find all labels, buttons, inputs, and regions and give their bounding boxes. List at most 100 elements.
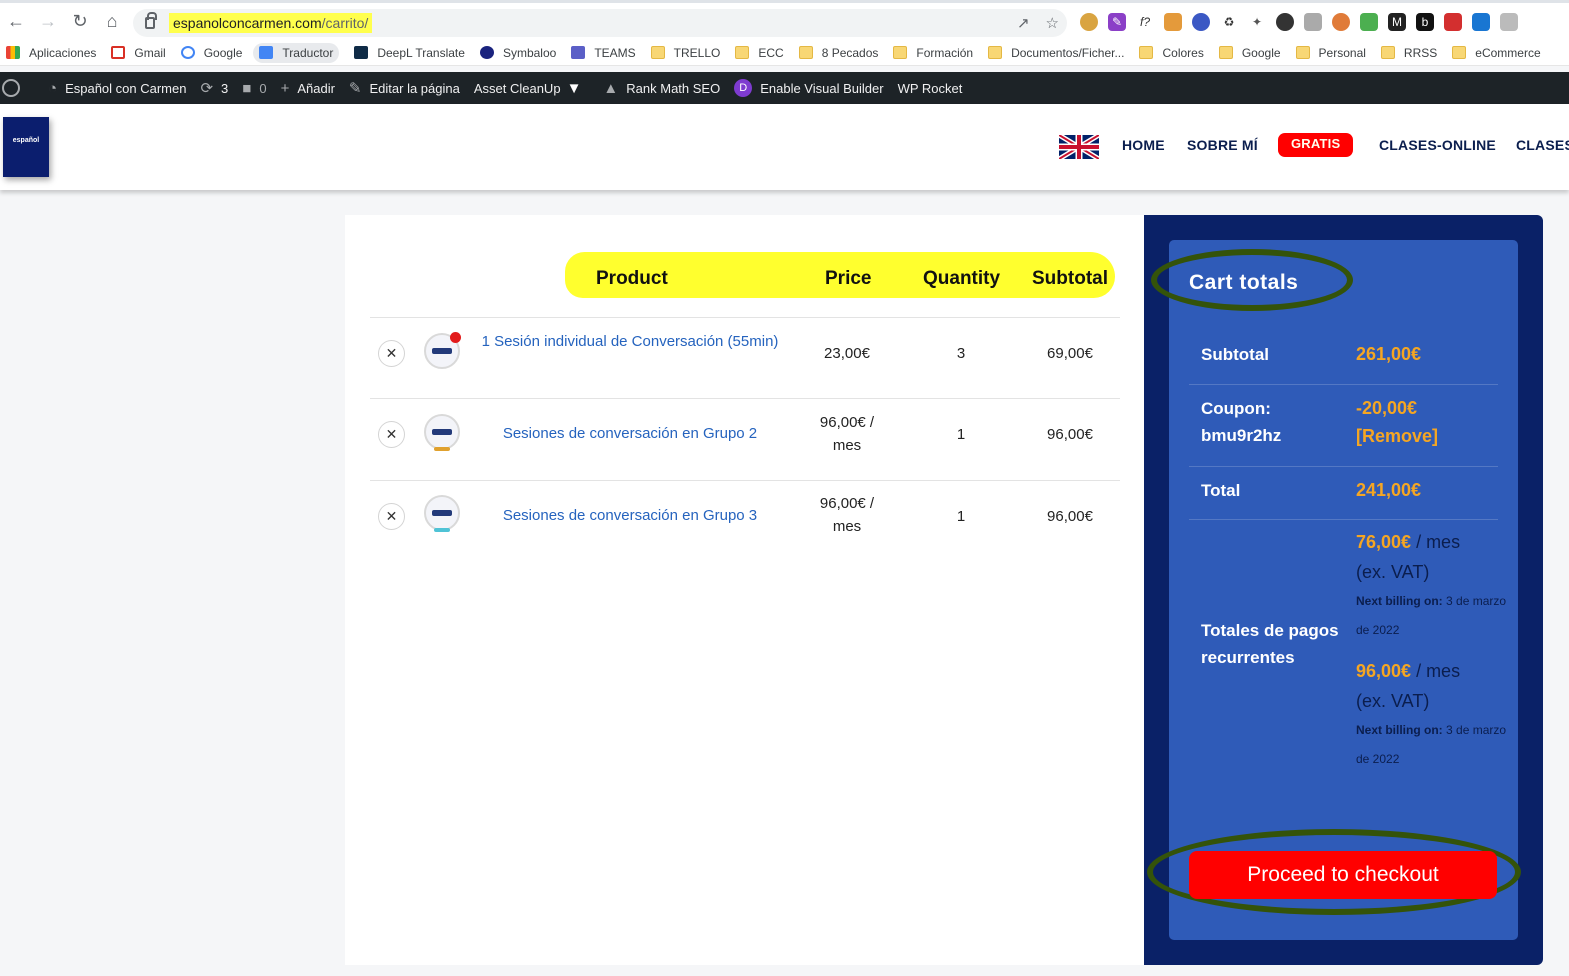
extension-icon[interactable]: ✦ <box>1248 13 1266 31</box>
rank-math-link[interactable]: ▲ Rank Math SEO <box>603 80 720 97</box>
wp-rocket-link[interactable]: WP Rocket <box>898 81 963 96</box>
menu-home[interactable]: HOME <box>1122 137 1165 153</box>
product-thumbnail[interactable] <box>424 414 460 451</box>
bookmark-google[interactable]: Google <box>180 46 242 60</box>
product-thumbnail[interactable] <box>424 332 461 369</box>
add-new-link[interactable]: + Añadir <box>281 80 335 97</box>
extension-icon[interactable] <box>1192 13 1210 31</box>
bookmark-folder[interactable]: eCommerce <box>1452 46 1541 60</box>
site-name-label: Español con Carmen <box>65 80 187 96</box>
menu-clases-online[interactable]: CLASES-ONLINE <box>1379 137 1496 153</box>
proceed-to-checkout-button[interactable]: Proceed to checkout <box>1189 851 1497 899</box>
extension-icon[interactable] <box>1164 13 1182 31</box>
deepl-icon <box>354 46 369 59</box>
vat-note: (ex. VAT) <box>1356 691 1430 711</box>
apps-grid-icon <box>6 46 20 59</box>
recurring-total-item: 96,00€ / mes (ex. VAT) Next billing on: … <box>1356 657 1516 774</box>
address-bar[interactable]: espanolconcarmen.com/carrito/ ↗ ☆ <box>133 9 1067 37</box>
wordpress-icon <box>2 79 20 97</box>
bookmark-folder[interactable]: RRSS <box>1380 46 1437 60</box>
bookmark-deepl[interactable]: DeepL Translate <box>354 46 465 60</box>
product-thumbnail[interactable] <box>424 495 460 532</box>
menu-sobre-mi[interactable]: SOBRE MÍ <box>1187 137 1258 153</box>
site-name-link[interactable]: ◔ Español con Carmen <box>48 80 186 97</box>
totals-divider <box>1189 519 1498 520</box>
visual-builder-label: Enable Visual Builder <box>760 80 884 96</box>
extension-icon[interactable] <box>1500 13 1518 31</box>
extension-icon[interactable]: ♻ <box>1220 13 1238 31</box>
asset-cleanup-link[interactable]: Asset CleanUp ▼ <box>474 80 590 97</box>
bookmark-symbaloo[interactable]: Symbaloo <box>479 46 556 60</box>
product-subtotal: 69,00€ <box>1047 345 1093 362</box>
share-icon[interactable]: ↗ <box>1017 14 1030 32</box>
uk-flag-icon[interactable] <box>1059 135 1099 159</box>
extension-icon[interactable]: ✎ <box>1108 13 1126 31</box>
menu-clases[interactable]: CLASES <box>1516 137 1569 153</box>
menu-gratis[interactable]: GRATIS <box>1278 133 1354 157</box>
sale-badge-icon <box>450 332 461 343</box>
extensions-area: ✎ f? ♻ ✦ M b <box>1080 13 1518 31</box>
extension-icon[interactable]: b <box>1416 13 1434 31</box>
bookmarks-bar: Aplicaciones Gmail Google Traductor Deep… <box>0 40 1569 66</box>
product-price-period: mes <box>832 518 862 535</box>
product-link[interactable]: 1 Sesión individual de Conversación (55m… <box>480 331 780 353</box>
extension-icon[interactable]: M <box>1388 13 1406 31</box>
bookmark-folder[interactable]: Google <box>1218 46 1281 60</box>
recurring-amount: 76,00€ <box>1356 532 1412 552</box>
site-header: español HOME SOBRE MÍ GRATIS CLASES-ONLI… <box>0 104 1569 190</box>
remove-item-button[interactable]: ✕ <box>378 340 405 367</box>
folder-icon <box>988 46 1003 59</box>
gmail-icon <box>111 46 126 59</box>
bookmark-label: TRELLO <box>673 45 721 60</box>
translate-icon <box>259 46 274 59</box>
product-link[interactable]: Sesiones de conversación en Grupo 2 <box>480 423 780 445</box>
recurring-totals-label: Totales de pagos recurrentes <box>1201 621 1339 667</box>
extension-icon[interactable] <box>1360 13 1378 31</box>
forward-arrow-icon[interactable]: → <box>32 6 64 38</box>
bookmark-folder[interactable]: ECC <box>735 46 784 60</box>
reload-icon[interactable]: ↻ <box>64 6 96 38</box>
remove-coupon-link[interactable]: [Remove] <box>1356 422 1438 450</box>
close-icon: ✕ <box>385 345 398 361</box>
bookmark-label: Traductor <box>282 45 334 60</box>
site-logo[interactable]: español <box>3 117 49 177</box>
remove-item-button[interactable]: ✕ <box>378 503 405 530</box>
product-price: 96,00€ / <box>819 414 875 431</box>
star-icon[interactable]: ☆ <box>1046 14 1059 32</box>
url-domain: espanolconcarmen.com <box>173 15 322 31</box>
subtotal-value: 261,00€ <box>1356 344 1422 364</box>
comments-link[interactable]: ■ 0 <box>242 80 266 97</box>
bookmark-folder[interactable]: 8 Pecados <box>798 46 878 60</box>
header-quantity: Quantity <box>923 268 1001 289</box>
updates-link[interactable]: ⟳ 3 <box>200 79 228 97</box>
product-link[interactable]: Sesiones de conversación en Grupo 3 <box>480 505 780 527</box>
extension-icon[interactable] <box>1080 13 1098 31</box>
extension-icon[interactable]: f? <box>1136 13 1154 31</box>
extension-icon[interactable] <box>1472 13 1490 31</box>
bookmark-folder[interactable]: Personal <box>1295 46 1366 60</box>
wp-admin-bar: ◔ Español con Carmen ⟳ 3 ■ 0 + Añadir ✎ Edita… <box>0 72 1569 104</box>
bookmark-traductor[interactable]: Traductor <box>253 42 340 63</box>
asset-cleanup-label: Asset CleanUp <box>473 80 561 96</box>
extension-icon[interactable] <box>1332 13 1350 31</box>
bookmark-folder[interactable]: Formación <box>893 46 973 60</box>
remove-item-button[interactable]: ✕ <box>378 421 405 448</box>
visual-builder-link[interactable]: D Enable Visual Builder <box>734 79 884 97</box>
bookmark-folder[interactable]: TRELLO <box>650 45 721 60</box>
back-arrow-icon[interactable]: ← <box>0 6 32 38</box>
bookmark-gmail[interactable]: Gmail <box>111 46 166 60</box>
bookmark-teams[interactable]: TEAMS <box>571 46 636 60</box>
bookmark-folder[interactable]: Colores <box>1139 46 1204 60</box>
funnel-icon: ▼ <box>566 79 582 97</box>
home-icon[interactable]: ⌂ <box>96 6 128 38</box>
bookmark-apps[interactable]: Aplicaciones <box>6 46 96 60</box>
edit-page-link[interactable]: ✎ Editar la página <box>349 79 460 97</box>
extension-icon[interactable] <box>1276 13 1294 31</box>
extension-icon[interactable] <box>1304 13 1322 31</box>
wordpress-logo-button[interactable] <box>2 79 28 97</box>
totals-divider <box>1189 384 1498 385</box>
product-thumbnail-graphic <box>432 348 452 354</box>
bookmark-folder[interactable]: Documentos/Ficher... <box>988 46 1124 60</box>
extension-icon[interactable] <box>1444 13 1462 31</box>
total-label: Total <box>1201 481 1241 500</box>
